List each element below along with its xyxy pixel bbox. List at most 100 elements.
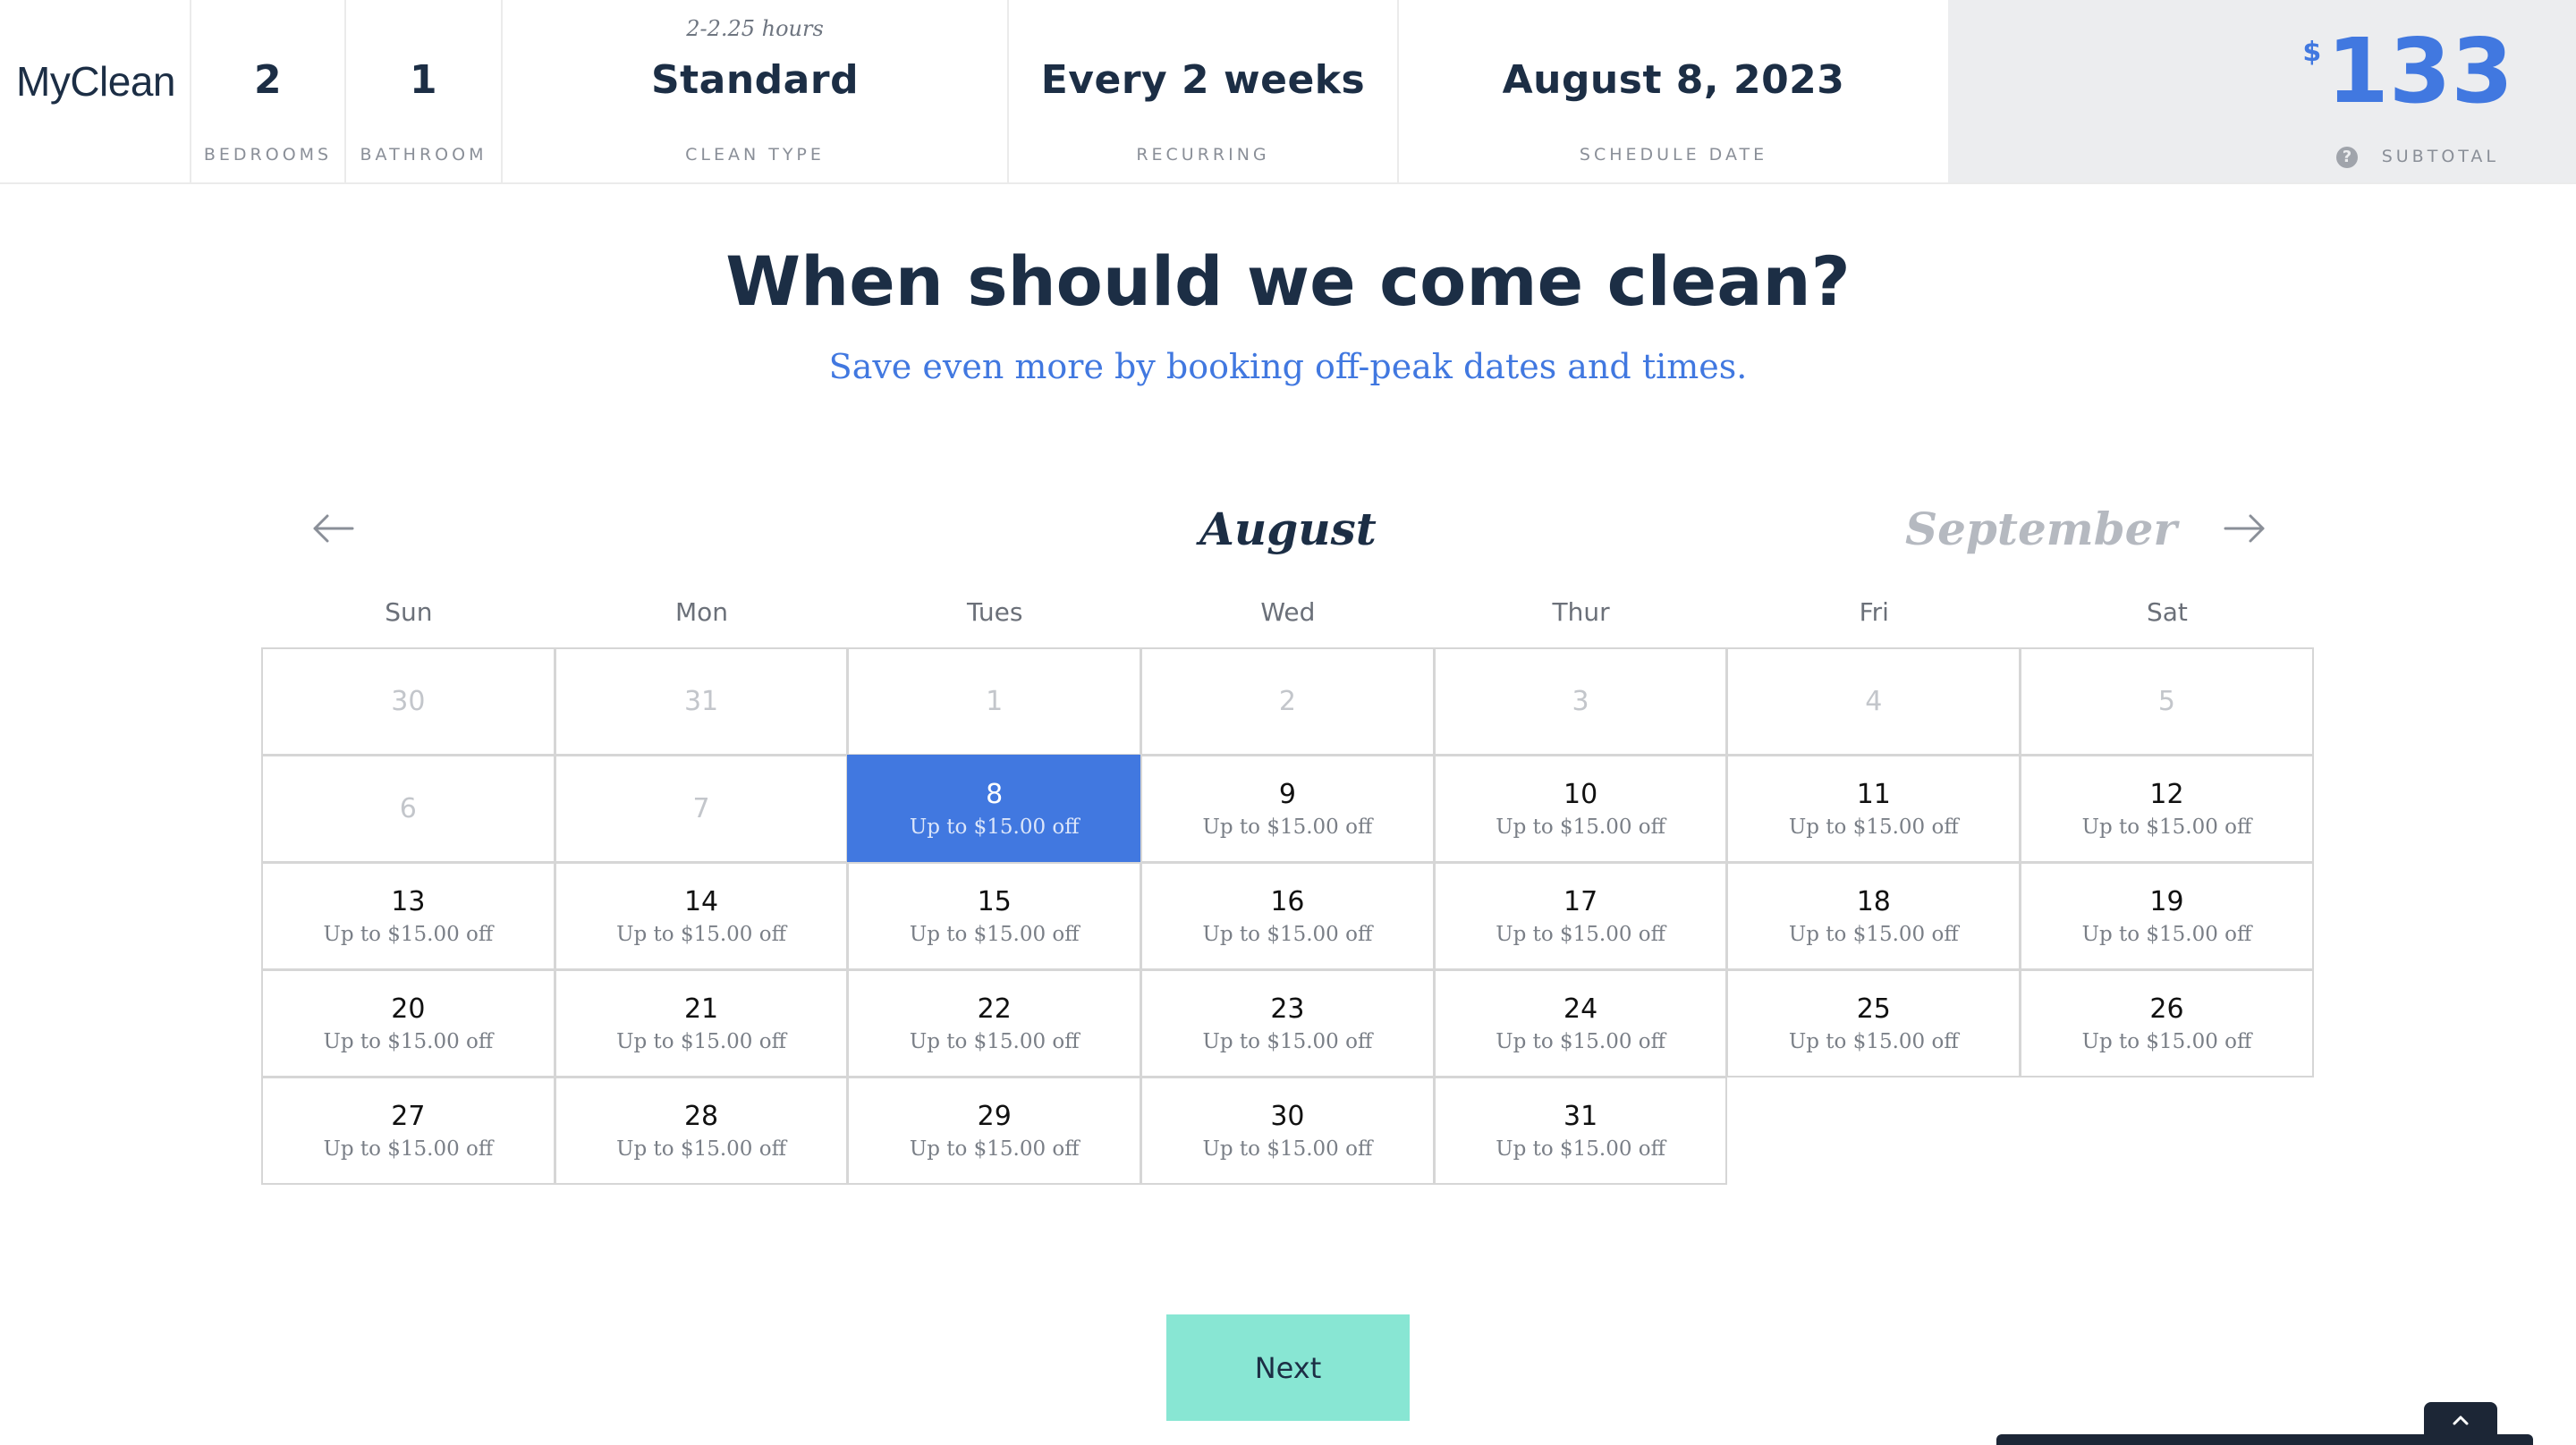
calendar-day-cell: 1	[847, 647, 1142, 756]
day-number: 22	[977, 993, 1012, 1025]
calendar-day-cell[interactable]: 16 Up to $15.00 off	[1140, 862, 1435, 970]
top-summary-bar: MyClean 2 BEDROOMS 1 BATHROOM 2-2.25 hou…	[0, 0, 2576, 184]
day-discount: Up to $15.00 off	[2081, 923, 2252, 946]
recurring-label: RECURRING	[1136, 145, 1270, 165]
calendar-day-cell: 30	[261, 647, 555, 756]
calendar-day-cell: 31	[554, 647, 849, 756]
clean-type-cell[interactable]: 2-2.25 hours Standard CLEAN TYPE	[503, 0, 1009, 182]
calendar-day-cell[interactable]: 25 Up to $15.00 off	[1726, 969, 2021, 1077]
clean-type-label: CLEAN TYPE	[685, 145, 825, 165]
calendar-day-cell[interactable]: 10 Up to $15.00 off	[1433, 755, 1728, 863]
day-number: 25	[1856, 993, 1891, 1025]
calendar-day-cell[interactable]: 29 Up to $15.00 off	[847, 1077, 1142, 1185]
schedule-date-label: SCHEDULE DATE	[1579, 145, 1768, 165]
calendar-day-cell[interactable]: 8 Up to $15.00 off	[847, 755, 1142, 863]
arrow-right-icon[interactable]	[2220, 506, 2270, 551]
weekday-mon: Mon	[675, 597, 729, 627]
calendar-day-cell[interactable]: 22 Up to $15.00 off	[847, 969, 1142, 1077]
clean-duration-note: 2-2.25 hours	[686, 16, 824, 41]
calendar-day-cell[interactable]: 23 Up to $15.00 off	[1140, 969, 1435, 1077]
day-discount: Up to $15.00 off	[616, 1030, 786, 1053]
bathroom-cell[interactable]: 1 BATHROOM	[346, 0, 503, 182]
calendar-day-cell[interactable]: 13 Up to $15.00 off	[261, 862, 555, 970]
day-discount: Up to $15.00 off	[1202, 1030, 1373, 1053]
calendar-day-cell[interactable]: 19 Up to $15.00 off	[2020, 862, 2314, 970]
day-discount: Up to $15.00 off	[1496, 1137, 1665, 1161]
calendar-day-cell: 5	[2020, 647, 2314, 756]
day-number: 1	[986, 686, 1004, 717]
recurring-cell[interactable]: Every 2 weeks RECURRING	[1009, 0, 1399, 182]
schedule-date-cell[interactable]: August 8, 2023 SCHEDULE DATE	[1399, 0, 1948, 182]
calendar-day-cell[interactable]: 14 Up to $15.00 off	[554, 862, 849, 970]
day-discount: Up to $15.00 off	[909, 1030, 1080, 1053]
calendar-day-cell[interactable]: 11 Up to $15.00 off	[1726, 755, 2021, 863]
subtotal-price: $133	[2302, 27, 2513, 116]
calendar-day-cell[interactable]: 18 Up to $15.00 off	[1726, 862, 2021, 970]
calendar-day-cell: 7	[554, 755, 849, 863]
arrow-left-icon[interactable]	[308, 506, 358, 551]
calendar-day-cell[interactable]: 9 Up to $15.00 off	[1140, 755, 1435, 863]
chevron-up-icon	[2453, 1415, 2469, 1425]
subtotal-label: SUBTOTAL	[2381, 147, 2499, 166]
calendar-day-cell[interactable]: 31 Up to $15.00 off	[1433, 1077, 1728, 1185]
page-title: When should we come clean?	[725, 241, 1851, 321]
day-number: 2	[1278, 686, 1296, 717]
calendar-day-cell[interactable]: 17 Up to $15.00 off	[1433, 862, 1728, 970]
day-discount: Up to $15.00 off	[909, 815, 1080, 839]
calendar-day-cell: 4	[1726, 647, 2021, 756]
calendar-day-cell[interactable]: 21 Up to $15.00 off	[554, 969, 849, 1077]
day-number: 15	[977, 886, 1012, 917]
calendar-day-cell: 3	[1433, 647, 1728, 756]
day-discount: Up to $15.00 off	[1496, 923, 1665, 946]
day-number: 16	[1270, 886, 1305, 917]
bedrooms-label: BEDROOMS	[203, 145, 333, 165]
day-number: 30	[1270, 1101, 1305, 1132]
calendar-day-cell[interactable]: 27 Up to $15.00 off	[261, 1077, 555, 1185]
logo[interactable]: MyClean	[16, 57, 176, 106]
calendar-day-cell[interactable]: 20 Up to $15.00 off	[261, 969, 555, 1077]
calendar-day-cell[interactable]: 15 Up to $15.00 off	[847, 862, 1142, 970]
day-number: 27	[391, 1101, 426, 1132]
next-month[interactable]: September	[1905, 503, 2177, 555]
day-discount: Up to $15.00 off	[1202, 1137, 1373, 1161]
day-discount: Up to $15.00 off	[323, 923, 494, 946]
bedrooms-value: 2	[253, 57, 283, 103]
day-number: 8	[986, 779, 1004, 810]
calendar-day-cell[interactable]: 12 Up to $15.00 off	[2020, 755, 2314, 863]
day-number: 9	[1278, 779, 1296, 810]
calendar-day-cell[interactable]: 30 Up to $15.00 off	[1140, 1077, 1435, 1185]
day-number: 13	[391, 886, 426, 917]
day-discount: Up to $15.00 off	[323, 1137, 494, 1161]
day-number: 17	[1563, 886, 1598, 917]
day-number: 5	[2157, 686, 2176, 717]
day-discount: Up to $15.00 off	[1202, 923, 1373, 946]
weekday-sun: Sun	[385, 597, 433, 627]
calendar-day-cell[interactable]: 24 Up to $15.00 off	[1433, 969, 1728, 1077]
day-number: 4	[1865, 686, 1883, 717]
calendar-day-cell: 2	[1140, 647, 1435, 756]
day-number: 20	[391, 993, 426, 1025]
weekday-wed: Wed	[1260, 597, 1316, 627]
day-number: 19	[2149, 886, 2184, 917]
bedrooms-cell[interactable]: 2 BEDROOMS	[191, 0, 346, 182]
day-number: 10	[1563, 779, 1598, 810]
subtotal-panel: $133 ? SUBTOTAL	[1948, 0, 2576, 182]
day-number: 31	[683, 686, 719, 717]
calendar-day-cell[interactable]: 26 Up to $15.00 off	[2020, 969, 2314, 1077]
calendar-day-cell[interactable]: 28 Up to $15.00 off	[554, 1077, 849, 1185]
day-number: 11	[1856, 779, 1891, 810]
day-number: 12	[2149, 779, 2184, 810]
day-number: 14	[683, 886, 719, 917]
day-number: 30	[391, 686, 426, 717]
chat-widget-toggle[interactable]	[2424, 1402, 2497, 1438]
current-month: August	[1199, 503, 1377, 555]
day-number: 24	[1563, 993, 1598, 1025]
weekday-thur: Thur	[1552, 597, 1610, 627]
next-button[interactable]: Next	[1166, 1314, 1410, 1421]
day-number: 29	[977, 1101, 1012, 1132]
day-number: 7	[692, 793, 710, 824]
day-number: 3	[1572, 686, 1589, 717]
day-number: 23	[1270, 993, 1305, 1025]
help-icon[interactable]: ?	[2336, 147, 2358, 168]
calendar-grid: 30 31 1 2 3 4 5 6 7 8 Up to $15.00 off 9 Up to $15.0…	[261, 647, 2314, 1185]
